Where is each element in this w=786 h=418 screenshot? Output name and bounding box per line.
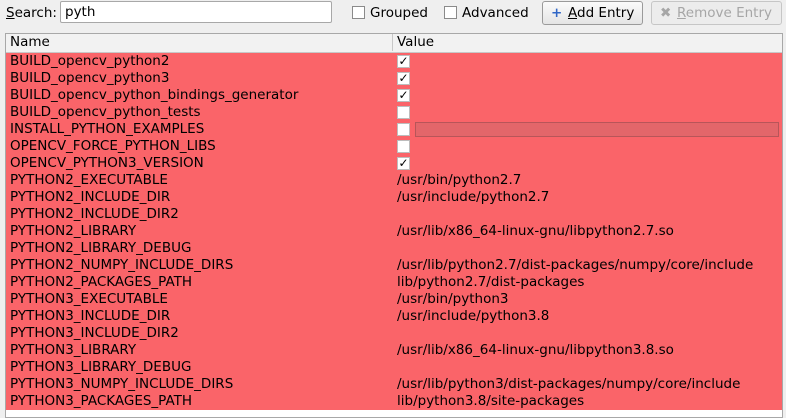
entry-checkbox[interactable] [397,140,410,153]
entry-value[interactable]: /usr/lib/python3/dist-packages/numpy/cor… [397,376,740,393]
entry-name: BUILD_opencv_python_bindings_generator [10,87,299,103]
column-header-value[interactable]: Value [393,34,434,51]
table-row[interactable]: PYTHON3_EXECUTABLE/usr/bin/python3 [6,291,782,308]
entry-value[interactable]: /usr/lib/x86_64-linux-gnu/libpython2.7.s… [397,223,674,240]
entry-checkbox[interactable]: ✓ [397,89,410,102]
add-icon: + [551,5,563,21]
entry-name: OPENCV_PYTHON3_VERSION [10,155,204,171]
add-entry-label: dd Entry [577,5,635,21]
entry-checkbox[interactable] [397,123,410,136]
entry-checkbox[interactable] [397,106,410,119]
grouped-label: Grouped [370,5,428,21]
toolbar: Search: Grouped Advanced + Add Entry ✖ Rem… [0,0,786,28]
table-row[interactable]: BUILD_opencv_python3 ✓ [6,70,782,87]
table-row[interactable]: PYTHON3_LIBRARY/usr/lib/x86_64-linux-gnu… [6,342,782,359]
table-row[interactable]: PYTHON2_LIBRARY/usr/lib/x86_64-linux-gnu… [6,223,782,240]
entry-name: PYTHON2_INCLUDE_DIR2 [10,206,179,222]
advanced-label: Advanced [462,5,529,21]
table-header: Name Value [6,34,782,53]
entry-name: PYTHON2_PACKAGES_PATH [10,274,193,290]
entry-value[interactable]: /usr/bin/python2.7 [397,172,521,189]
table-row[interactable]: PYTHON2_PACKAGES_PATH lib/python2.7/dist-… [6,274,782,291]
entry-name: PYTHON3_LIBRARY [10,342,137,358]
add-entry-button[interactable]: + Add Entry [542,1,644,25]
entry-value[interactable]: lib/python3.8/site-packages [397,393,584,410]
entry-name: PYTHON3_PACKAGES_PATH [10,393,193,409]
table-row[interactable]: PYTHON2_INCLUDE_DIR/usr/include/python2.… [6,189,782,206]
table-row[interactable]: PYTHON3_INCLUDE_DIR2 [6,325,782,342]
entry-name: PYTHON3_LIBRARY_DEBUG [10,359,192,375]
entry-name: BUILD_opencv_python2 [10,53,170,69]
entry-checkbox[interactable]: ✓ [397,72,410,85]
table-body: BUILD_opencv_python2 ✓ BUILD_opencv_python… [6,53,782,410]
entry-name: PYTHON2_LIBRARY [10,223,137,239]
column-header-name[interactable]: Name [6,34,393,51]
table-row[interactable]: OPENCV_PYTHON3_VERSION ✓ [6,155,782,172]
table-row[interactable]: PYTHON3_INCLUDE_DIR/usr/include/python3.… [6,308,782,325]
entry-name: PYTHON2_NUMPY_INCLUDE_DIRS [10,257,234,273]
entry-value[interactable]: /usr/include/python2.7 [397,189,549,206]
entry-name: PYTHON3_NUMPY_INCLUDE_DIRS [10,376,234,392]
remove-icon: ✖ [660,5,672,21]
entry-checkbox[interactable]: ✓ [397,157,410,170]
entry-value[interactable]: /usr/lib/x86_64-linux-gnu/libpython3.8.s… [397,342,674,359]
cache-table[interactable]: Name Value BUILD_opencv_python2 ✓ BUILD_op… [5,33,783,418]
entry-value[interactable]: lib/python2.7/dist-packages [397,274,584,291]
entry-name: OPENCV_FORCE_PYTHON_LIBS [10,138,216,154]
table-row[interactable]: BUILD_opencv_python_tests [6,104,782,121]
entry-name: PYTHON3_INCLUDE_DIR [10,308,171,324]
grouped-checkbox[interactable] [352,6,365,19]
entry-name: BUILD_opencv_python_tests [10,104,201,120]
table-row[interactable]: PYTHON2_NUMPY_INCLUDE_DIRS/usr/lib/pytho… [6,257,782,274]
entry-name: PYTHON3_EXECUTABLE [10,291,168,307]
search-label: Search: [6,4,57,22]
entry-value[interactable]: /usr/lib/python2.7/dist-packages/numpy/c… [397,257,753,274]
entry-value[interactable]: /usr/bin/python3 [397,291,508,308]
table-row[interactable]: PYTHON3_PACKAGES_PATH lib/python3.8/site-… [6,393,782,410]
entry-name: PYTHON2_INCLUDE_DIR [10,189,171,205]
entry-name: BUILD_opencv_python3 [10,70,170,86]
remove-entry-hotkey: R [677,5,686,21]
add-entry-hotkey: A [568,5,577,21]
entry-name: PYTHON2_EXECUTABLE [10,172,168,188]
advanced-checkbox[interactable] [444,6,457,19]
table-row[interactable]: PYTHON3_LIBRARY_DEBUG [6,359,782,376]
table-row[interactable]: PYTHON3_NUMPY_INCLUDE_DIRS/usr/lib/pytho… [6,376,782,393]
remove-entry-button[interactable]: ✖ Remove Entry [651,1,782,25]
table-row[interactable]: PYTHON2_INCLUDE_DIR2 [6,206,782,223]
remove-entry-label: emove Entry [685,5,773,21]
table-row[interactable]: BUILD_opencv_python_bindings_generator ✓ [6,87,782,104]
entry-name: PYTHON3_INCLUDE_DIR2 [10,325,179,341]
search-label-hotkey: S [6,5,15,21]
entry-checkbox[interactable]: ✓ [397,55,410,68]
entry-name: PYTHON2_LIBRARY_DEBUG [10,240,192,256]
advanced-option[interactable]: Advanced [444,4,529,22]
grouped-option[interactable]: Grouped [352,4,428,22]
table-row[interactable]: BUILD_opencv_python2 ✓ [6,53,782,70]
search-input[interactable] [60,1,332,23]
entry-name: INSTALL_PYTHON_EXAMPLES [10,121,205,137]
table-row[interactable]: PYTHON2_LIBRARY_DEBUG [6,240,782,257]
entry-edit-field[interactable] [415,122,779,137]
search-label-text: earch: [14,5,57,21]
table-row[interactable]: PYTHON2_EXECUTABLE/usr/bin/python2.7 [6,172,782,189]
table-row[interactable]: OPENCV_FORCE_PYTHON_LIBS [6,138,782,155]
table-row[interactable]: INSTALL_PYTHON_EXAMPLES [6,121,782,138]
entry-value[interactable]: /usr/include/python3.8 [397,308,549,325]
